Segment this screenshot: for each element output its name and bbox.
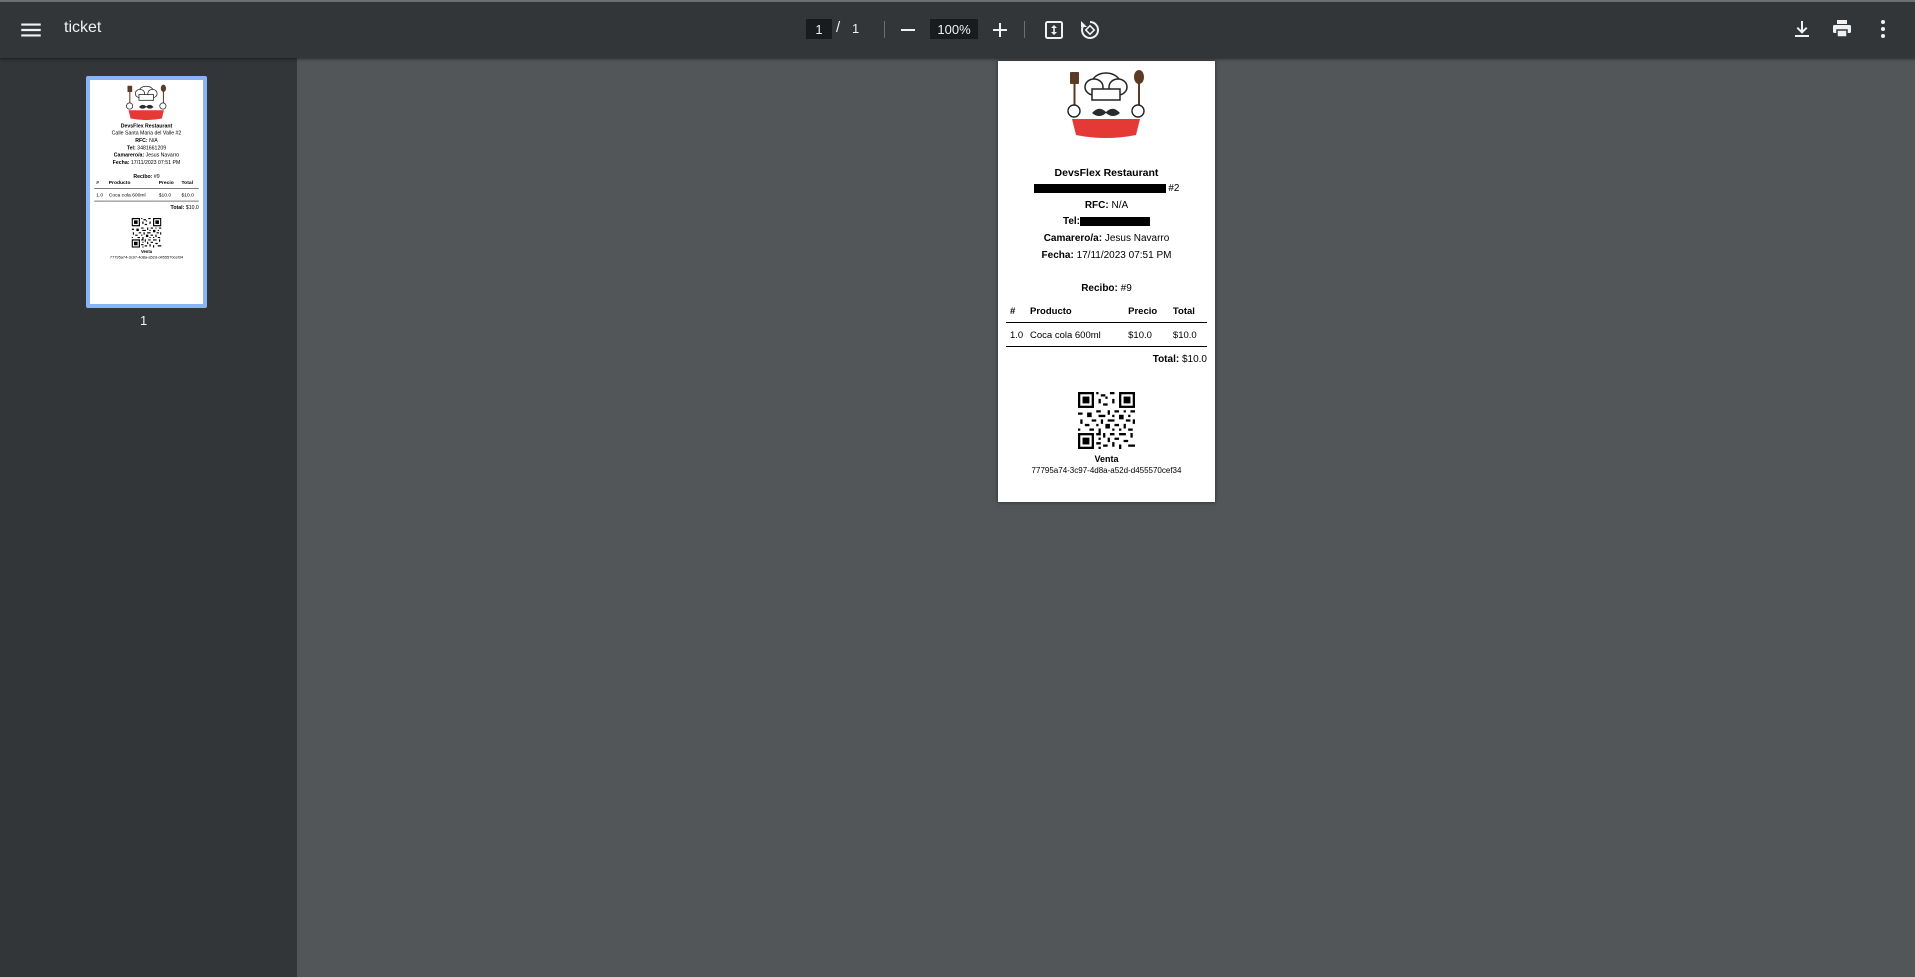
col-header-total: Total	[1168, 304, 1207, 323]
address-suffix: #2	[1168, 183, 1180, 194]
rfc-line: RFC: N/A	[998, 200, 1215, 211]
date-label: Fecha:	[1041, 250, 1074, 261]
tel-label: Tel:	[1062, 216, 1081, 227]
pdf-toolbar: ticket / 1	[0, 0, 1915, 58]
print-icon[interactable]	[1830, 17, 1854, 41]
thumb-cell: $10.0	[156, 188, 180, 202]
menu-icon[interactable]	[18, 17, 44, 43]
toolbar-divider	[1024, 21, 1025, 38]
more-vert-icon[interactable]	[1871, 17, 1895, 41]
thumbnail-sidebar: DevsFlex Restaurant Calle Santa Maria de…	[0, 58, 297, 977]
cell-total: $10.0	[1168, 322, 1207, 347]
thumbnail-page-number: 1	[140, 313, 148, 328]
waiter-value: Jesus Navarro	[1104, 233, 1170, 244]
thumb-table-row: 1.0 Coca cola 600ml $10.0 $10.0	[94, 188, 199, 202]
col-header-product: Producto	[1026, 304, 1125, 323]
address-line: #2	[998, 183, 1215, 194]
thumb-tel-value: 3481661209	[137, 145, 167, 151]
receipt: DevsFlex Restaurant #2 RFC: N/A Tel: Cam…	[998, 61, 1215, 502]
thumb-cell: 1.0	[94, 188, 107, 202]
thumb-date-label: Fecha:	[112, 159, 130, 166]
pdf-page: DevsFlex Restaurant #2 RFC: N/A Tel: Cam…	[998, 61, 1215, 502]
receipt-label: Recibo:	[1081, 283, 1118, 294]
thumb-rfc-label: RFC:	[135, 137, 148, 144]
chef-logo-icon	[126, 84, 167, 121]
fit-page-icon[interactable]	[1042, 18, 1066, 42]
qr-code-icon	[1078, 392, 1135, 449]
zoom-level-input[interactable]	[930, 19, 978, 39]
sale-id: 77795a74-3c97-4d8a-a52d-d455570cef34	[1031, 466, 1182, 475]
page-separator: /	[836, 19, 841, 36]
thumb-waiter-label: Camarero/a:	[113, 152, 145, 159]
col-header-index: #	[1006, 304, 1026, 323]
cell-product: Coca cola 600ml	[1026, 322, 1125, 347]
receipt-number-line: Recibo: #9	[998, 283, 1215, 294]
thumb-rfc-value: N/A	[149, 137, 158, 144]
download-icon[interactable]	[1790, 17, 1814, 41]
thumb-sale-label: Venta	[140, 249, 153, 254]
chef-logo-icon	[1067, 69, 1145, 139]
tel-line: Tel:	[998, 216, 1215, 227]
cell-qty: 1.0	[1006, 322, 1026, 347]
zoom-in-icon[interactable]	[988, 18, 1012, 42]
thumb-total-value: $10.0	[185, 204, 199, 211]
thumb-col-header: Total	[179, 178, 199, 189]
rotate-icon[interactable]	[1078, 18, 1102, 42]
items-table: # Producto Precio Total 1.0 Coca cola 60…	[1006, 304, 1207, 347]
zoom-out-icon[interactable]	[896, 18, 920, 42]
total-value: $10.0	[1181, 354, 1207, 365]
waiter-label: Camarero/a:	[1043, 233, 1103, 244]
thumb-items-table: # Producto Precio Total 1.0 Coca cola 60…	[94, 178, 199, 202]
date-line: Fecha: 17/11/2023 07:51 PM	[998, 250, 1215, 261]
thumb-sale-id: 77795a74-3c97-4d8a-a52d-d455570cef34	[109, 254, 184, 260]
sale-label: Venta	[1094, 454, 1119, 464]
page-total-count: 1	[852, 21, 860, 36]
thumb-date-value: 17/11/2023 07:51 PM	[130, 159, 181, 166]
window-top-border	[0, 0, 1915, 2]
qr-code-icon	[131, 217, 162, 248]
thumb-restaurant-name: DevsFlex Restaurant	[120, 123, 173, 129]
col-header-price: Precio	[1124, 304, 1169, 323]
thumb-total-label: Total:	[170, 204, 185, 211]
thumbnail-page: DevsFlex Restaurant Calle Santa Maria de…	[90, 80, 203, 304]
thumbnail-content: DevsFlex Restaurant Calle Santa Maria de…	[90, 80, 203, 304]
redacted-phone	[1080, 216, 1151, 226]
waiter-line: Camarero/a: Jesus Navarro	[998, 233, 1215, 244]
thumb-cell: $10.0	[179, 188, 199, 202]
document-title: ticket	[64, 19, 102, 36]
toolbar-divider	[884, 21, 885, 38]
rfc-label: RFC:	[1084, 200, 1109, 211]
restaurant-name: DevsFlex Restaurant	[1054, 167, 1159, 179]
page-thumbnail[interactable]: DevsFlex Restaurant Calle Santa Maria de…	[86, 76, 207, 308]
receipt-value: #9	[1120, 283, 1132, 294]
table-row: 1.0 Coca cola 600ml $10.0 $10.0	[1006, 322, 1207, 347]
rfc-value: N/A	[1111, 200, 1129, 211]
total-label: Total:	[1152, 354, 1180, 365]
date-value: 17/11/2023 07:51 PM	[1076, 250, 1172, 261]
thumb-address: Calle Santa Maria del Valle #2	[111, 130, 182, 137]
thumb-col-header: Precio	[156, 178, 180, 189]
thumb-cell: Coca cola 600ml	[106, 188, 157, 202]
thumb-waiter-value: Jesus Navarro	[145, 152, 180, 159]
cell-price: $10.0	[1124, 322, 1169, 347]
grand-total: Total: $10.0	[1153, 354, 1207, 365]
redacted-address	[1033, 183, 1166, 193]
page-number-input[interactable]	[806, 19, 832, 39]
thumb-col-header: Producto	[106, 178, 157, 189]
thumb-col-header: #	[94, 178, 107, 189]
thumb-tel-label: Tel:	[126, 145, 136, 151]
